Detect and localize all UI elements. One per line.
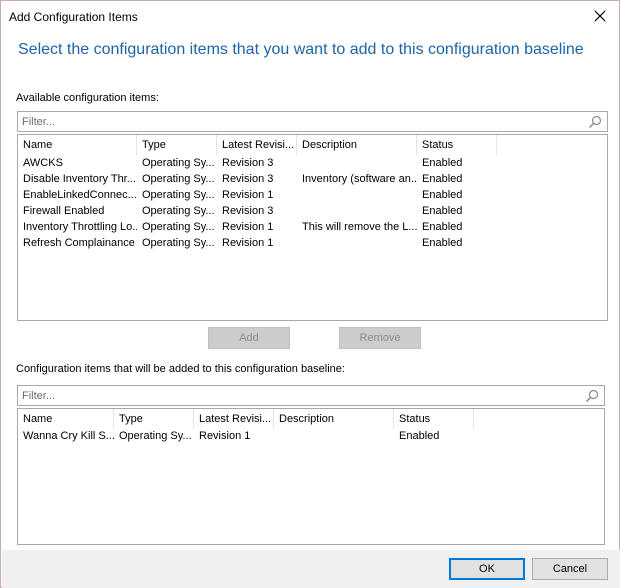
cell-status: Enabled (422, 205, 463, 217)
cell-revision: Revision 3 (222, 205, 274, 217)
available-list-header: Name Type Latest Revisi... Description S… (18, 135, 607, 155)
selected-filter[interactable] (17, 385, 605, 406)
cell-type: Operating Sy... (142, 189, 215, 201)
search-icon[interactable] (584, 388, 600, 404)
selected-items-label: Configuration items that will be added t… (16, 363, 345, 375)
cell-status: Enabled (422, 157, 463, 169)
page-heading: Select the configuration items that you … (18, 41, 584, 58)
cell-revision: Revision 3 (222, 157, 274, 169)
close-icon (594, 10, 606, 22)
cell-name: Inventory Throttling Lo... (23, 221, 137, 233)
table-row[interactable]: Refresh Complainance Operating Sy... Rev… (18, 235, 607, 251)
cell-status: Enabled (399, 430, 440, 442)
cell-revision: Revision 1 (222, 221, 274, 233)
add-button[interactable]: Add (208, 327, 290, 349)
dialog-footer: OK Cancel (2, 550, 620, 588)
cell-type: Operating Sy... (142, 157, 215, 169)
table-row[interactable]: Disable Inventory Thr... Operating Sy...… (18, 171, 607, 187)
cell-name: EnableLinkedConnec... (23, 189, 137, 201)
cell-type: Operating Sy... (142, 205, 215, 217)
cell-name: AWCKS (23, 157, 63, 169)
column-header-name[interactable]: Name (18, 135, 137, 155)
cell-status: Enabled (422, 189, 463, 201)
column-header-latest-revision[interactable]: Latest Revisi... (217, 135, 297, 155)
add-configuration-items-dialog: Add Configuration Items Select the confi… (0, 0, 620, 588)
column-header-type[interactable]: Type (114, 409, 194, 429)
column-header-name[interactable]: Name (18, 409, 114, 429)
table-row[interactable]: Inventory Throttling Lo... Operating Sy.… (18, 219, 607, 235)
column-header-status[interactable]: Status (394, 409, 474, 429)
cancel-button[interactable]: Cancel (532, 558, 608, 580)
cell-type: Operating Sy... (119, 430, 192, 442)
cell-description: This will remove the L... (302, 221, 417, 233)
cell-revision: Revision 1 (222, 189, 274, 201)
cell-description (297, 235, 417, 251)
cell-type: Operating Sy... (142, 173, 215, 185)
cell-type: Operating Sy... (142, 237, 215, 249)
column-header-type[interactable]: Type (137, 135, 217, 155)
cell-name: Wanna Cry Kill S... (23, 430, 114, 442)
selected-list-header: Name Type Latest Revisi... Description S… (18, 409, 604, 429)
cell-status: Enabled (422, 221, 463, 233)
remove-button[interactable]: Remove (339, 327, 421, 349)
table-row[interactable]: AWCKS Operating Sy... Revision 3 Enabled (18, 155, 607, 171)
cell-description (297, 155, 417, 171)
close-button[interactable] (589, 5, 611, 27)
available-filter[interactable] (17, 111, 608, 132)
dialog-title: Add Configuration Items (9, 10, 138, 24)
cell-revision: Revision 3 (222, 173, 274, 185)
cell-description (297, 203, 417, 219)
cell-name: Firewall Enabled (23, 205, 105, 217)
selected-filter-input[interactable] (18, 386, 580, 405)
available-items-list[interactable]: Name Type Latest Revisi... Description S… (17, 134, 608, 321)
cell-status: Enabled (422, 173, 463, 185)
cell-name: Refresh Complainance (23, 237, 135, 249)
column-header-latest-revision[interactable]: Latest Revisi... (194, 409, 274, 429)
cell-status: Enabled (422, 237, 463, 249)
cell-description (297, 187, 417, 203)
title-bar: Add Configuration Items (1, 1, 619, 32)
table-row[interactable]: EnableLinkedConnec... Operating Sy... Re… (18, 187, 607, 203)
cell-revision: Revision 1 (199, 430, 251, 442)
cell-name: Disable Inventory Thr... (23, 173, 136, 185)
cell-type: Operating Sy... (142, 221, 215, 233)
cell-description: Inventory (software an... (302, 173, 417, 185)
column-header-description[interactable]: Description (274, 409, 394, 429)
available-filter-input[interactable] (18, 112, 583, 131)
column-header-status[interactable]: Status (417, 135, 497, 155)
table-row[interactable]: Firewall Enabled Operating Sy... Revisio… (18, 203, 607, 219)
cell-revision: Revision 1 (222, 237, 274, 249)
search-icon[interactable] (587, 114, 603, 130)
selected-items-list[interactable]: Name Type Latest Revisi... Description S… (17, 408, 605, 545)
cell-description (274, 428, 394, 444)
ok-button[interactable]: OK (449, 558, 525, 580)
table-row[interactable]: Wanna Cry Kill S... Operating Sy... Revi… (18, 428, 604, 444)
available-items-label: Available configuration items: (16, 92, 159, 104)
column-header-description[interactable]: Description (297, 135, 417, 155)
